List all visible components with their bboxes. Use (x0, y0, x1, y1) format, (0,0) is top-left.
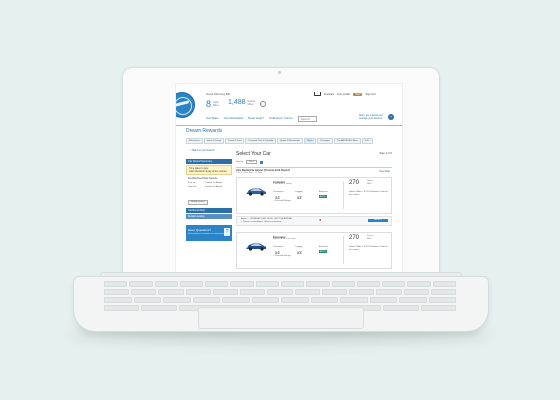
car-rental-faq-link[interactable]: Car Rental FAQ (186, 208, 232, 213)
question-icon: ? (224, 228, 230, 236)
laptop-trackpad (198, 307, 364, 329)
tab-home-living[interactable]: Home & Living (203, 138, 224, 144)
laptop-keyboard (104, 281, 457, 311)
help-icon[interactable]: ? (388, 114, 394, 120)
luggage-label: Luggage (295, 246, 303, 248)
luggage-count: x2 (297, 195, 302, 200)
search-input[interactable]: Search (297, 116, 318, 122)
nav-get-rewarded[interactable]: Get Rewarded (224, 116, 243, 122)
greeting-text: Good Morning Bill, (206, 92, 231, 96)
passengers-label: Passengers (273, 191, 284, 193)
transmission-badge: AUTO (319, 250, 327, 253)
location-subtitle: 2 dr, 1.1 Pax, Feb + 17 days (236, 172, 263, 174)
tab-more[interactable]: & M... (361, 138, 374, 144)
rental-summary-sidebar: Car Rental Summary Time taken to pay: Ca… (186, 159, 232, 241)
dropoff-label: Drop off (188, 186, 196, 188)
transmission-label: Automatic (319, 191, 328, 193)
luggage-count: x2 (297, 250, 302, 255)
back-link[interactable]: < Back to Car Search (190, 149, 215, 152)
tab-sports[interactable]: Sports & Recreation (277, 138, 303, 144)
cash-miles-balance: 8 Cash Miles (206, 99, 222, 109)
nav-need-help[interactable]: Need Help? (248, 116, 264, 122)
rental-location-link[interactable]: Rental Location (186, 214, 232, 219)
car-image (246, 188, 266, 196)
results-title: Select Your Car (236, 151, 271, 157)
car-image (246, 243, 266, 251)
nav-collectors-corner[interactable]: Collectors' Corner (269, 116, 293, 122)
page-title: Dream Rewards (186, 128, 223, 134)
profile-link[interactable]: Your profile (337, 93, 350, 96)
pickup-label: Pick up (188, 182, 196, 184)
help-promo-text[interactable]: Shop, get support and manage your accoun… (359, 114, 387, 120)
price-note: Rental 3 Miles + $ 52.54 Redeem 3 miles … (349, 191, 388, 196)
tab-electronics[interactable]: Electronics (186, 138, 203, 144)
car-option-card: Compact Ford Focus or similar Passengers… (236, 177, 392, 214)
dream-miles-count: 1,488 (228, 99, 246, 106)
card-divider (343, 236, 344, 264)
rental-location-header: Avis Rental Car Airport (Toronto Intnl A… (236, 167, 392, 174)
questions-panel[interactable]: Have Questions? Find answers to common c… (186, 225, 232, 241)
pickup-details: Airport — TERMINAL ROAD LEVEL, SHUTTLE A… (236, 216, 392, 226)
select-car-button[interactable]: SELECT (368, 219, 388, 222)
transmission-badge: AUTO (319, 195, 327, 198)
camera-icon (278, 71, 281, 74)
tier-badge: Gold (352, 92, 363, 96)
sort-bar: Sort by Price (236, 160, 392, 164)
grid-view-icon[interactable] (259, 160, 263, 164)
step-indicator: Step 1 of 5 (379, 152, 392, 155)
summary-heading: Car Rental Summary (186, 159, 232, 164)
pickup-line-2: + Distance to the Airport: 1.4km from lo… (241, 220, 281, 223)
utility-bar: Français Your profile Gold Sign Out (314, 92, 376, 96)
luggage-label: Luggage (295, 191, 303, 193)
dream-miles-balance: 1,488 Dream Miles (228, 99, 258, 106)
card-divider (343, 181, 344, 209)
cash-miles-label: Cash Miles (213, 101, 219, 107)
pickup-location-text: Airport — TERMINAL ROAD LEVEL, SHUTTLE A… (241, 218, 292, 223)
transmission-label: Automatic (319, 246, 328, 248)
main-nav: Get Miles Get Rewarded Need Help? Collec… (176, 116, 318, 122)
car-model: Hyundai Accent or similar (273, 238, 296, 240)
map-pin-icon: ● (319, 217, 322, 222)
summary-payment-detail: Cash Rewards & pay at the counter (189, 170, 227, 173)
sort-select[interactable]: Price (245, 160, 257, 164)
car-price: 270 (349, 235, 360, 241)
site-header: Good Morning Bill, 8 Cash Miles 1,488 Dr… (176, 84, 402, 128)
pickup-value: Toronto Int Airport (205, 182, 223, 184)
price-unit: Dream Miles (367, 235, 374, 240)
summary-dropoff: Drop off Toronto Int Airport (186, 185, 232, 189)
tab-air-miles-store[interactable]: The AIR MILES Store (333, 138, 361, 144)
questions-title: Have Questions? (188, 228, 212, 232)
laptop-screen: Good Morning Bill, 8 Cash Miles 1,488 Dr… (175, 83, 403, 275)
nav-get-miles[interactable]: Get Miles (206, 116, 219, 122)
cart-icon[interactable] (314, 92, 321, 96)
dream-miles-label: Dream Miles (247, 99, 256, 106)
passengers-label: Passengers (273, 246, 284, 248)
car-model: Ford Focus or similar (273, 183, 292, 185)
air-miles-logo[interactable] (176, 92, 195, 118)
summary-payment-note: Time taken to pay: Cash Rewards & pay at… (186, 165, 232, 175)
info-icon[interactable]: i (260, 101, 266, 107)
mileage-note: + Unlimited Mileage (273, 255, 291, 257)
car-option-card: Economy Hyundai Accent or similar Passen… (236, 232, 392, 269)
language-link[interactable]: Français (324, 93, 334, 96)
modify-search-button[interactable]: Modify search (188, 199, 208, 205)
header-divider (176, 125, 402, 126)
tab-travel-gear[interactable]: Travel & Gear (224, 138, 245, 144)
tab-packages[interactable]: Packages (317, 138, 333, 144)
sort-label: Sort by (236, 161, 243, 163)
category-tabs: Electronics Home & Living Travel & Gear … (186, 138, 374, 144)
dropoff-value: Toronto Int Airport (205, 186, 223, 188)
tab-flights[interactable]: Flights (303, 138, 317, 144)
tab-personal-care[interactable]: Personal Care & Lifestyle (245, 138, 277, 144)
price-unit: Dream Miles (367, 180, 374, 185)
price-note: Rental 3 Miles + $ 52.54 Redeem 3 miles … (349, 246, 388, 251)
car-price: 270 (349, 180, 360, 186)
car-results: Select Your Car Step 1 of 5 Sort by Pric… (236, 151, 392, 269)
view-map-link[interactable]: View Map (379, 170, 390, 173)
cash-miles-count: 8 (206, 99, 212, 109)
mileage-note: + Unlimited Mileage (273, 200, 291, 202)
sign-out-link[interactable]: Sign Out (365, 93, 375, 96)
